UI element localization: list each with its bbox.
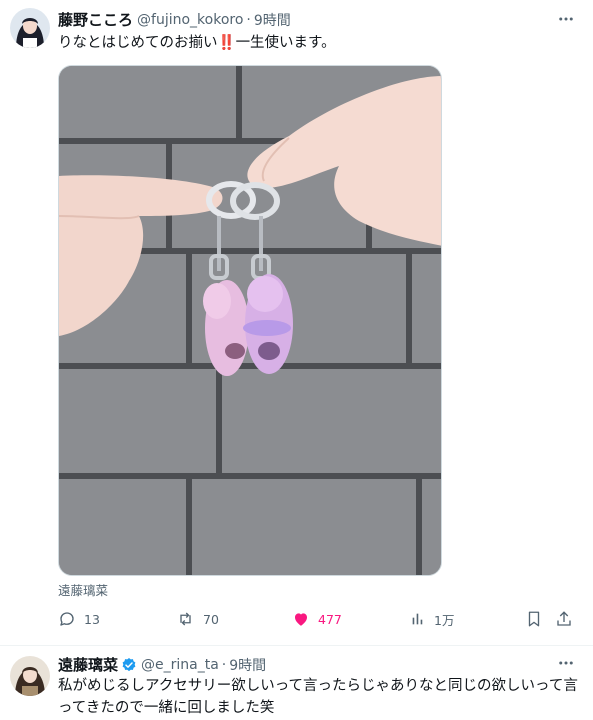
tweet-media-photo[interactable] xyxy=(58,65,442,576)
like-button[interactable]: 477 xyxy=(292,606,342,632)
more-options-icon[interactable] xyxy=(555,8,577,30)
share-button[interactable] xyxy=(555,606,573,632)
reply-button[interactable]: 13 xyxy=(58,606,100,632)
retweet-count: 70 xyxy=(203,611,219,627)
views-chart-icon xyxy=(412,613,423,625)
view-count: 1万 xyxy=(434,612,455,628)
avatar-image xyxy=(10,8,50,48)
avatar[interactable] xyxy=(10,656,50,696)
reply-icon xyxy=(60,612,74,626)
author-handle[interactable]: @fujino_kokoro xyxy=(137,12,243,28)
avatar[interactable] xyxy=(10,8,50,48)
bookmark-icon xyxy=(528,611,540,627)
author-name[interactable]: 遠藤璃菜 xyxy=(58,654,118,675)
author-handle[interactable]: @e_rina_ta xyxy=(141,657,219,673)
views-button[interactable]: 1万 xyxy=(410,606,454,632)
tweet-time[interactable]: 9時間 xyxy=(229,655,266,675)
media-tag-caption[interactable]: 遠藤璃菜 xyxy=(58,580,108,599)
double-exclamation-emoji: ‼️ xyxy=(217,35,236,51)
like-count: 477 xyxy=(318,611,342,627)
retweet-icon xyxy=(180,612,191,626)
tweet-text: 私がめじるしアクセサリー欲しいって言ったらじゃありなと同じの欲しいって言ってきた… xyxy=(58,678,578,716)
retweet-button[interactable]: 70 xyxy=(176,606,219,632)
separator-dot: · xyxy=(246,11,251,28)
more-options-icon[interactable] xyxy=(555,652,577,674)
keychain-photo-image xyxy=(59,66,441,575)
tweet-text: りなとはじめてのお揃い‼️一生使います。 xyxy=(58,32,578,54)
avatar-image xyxy=(10,656,50,696)
reply-count: 13 xyxy=(84,611,100,627)
tweet-text-part: りなとはじめてのお揃い xyxy=(58,35,218,51)
verified-badge-icon xyxy=(121,657,137,673)
tweet-time[interactable]: 9時間 xyxy=(254,10,291,30)
share-icon xyxy=(557,611,571,626)
tweet-card[interactable]: 遠藤璃菜 @e_rina_ta · 9時間 私がめじるしアクセサリー欲しいって言… xyxy=(0,646,593,720)
tweet-card[interactable]: 藤野こころ @fujino_kokoro · 9時間 りなとはじめてのお揃い‼️… xyxy=(0,0,593,646)
tweet-header: 藤野こころ @fujino_kokoro · 9時間 xyxy=(58,9,291,30)
tweet-actions-bar: 13 70 477 1万 xyxy=(0,606,593,632)
separator-dot: · xyxy=(221,656,227,673)
heart-icon xyxy=(295,613,307,626)
tweet-header: 遠藤璃菜 @e_rina_ta · 9時間 xyxy=(58,654,266,675)
author-name[interactable]: 藤野こころ xyxy=(58,9,133,30)
tweet-text-part: 一生使います。 xyxy=(235,35,336,51)
bookmark-button[interactable] xyxy=(526,606,542,632)
